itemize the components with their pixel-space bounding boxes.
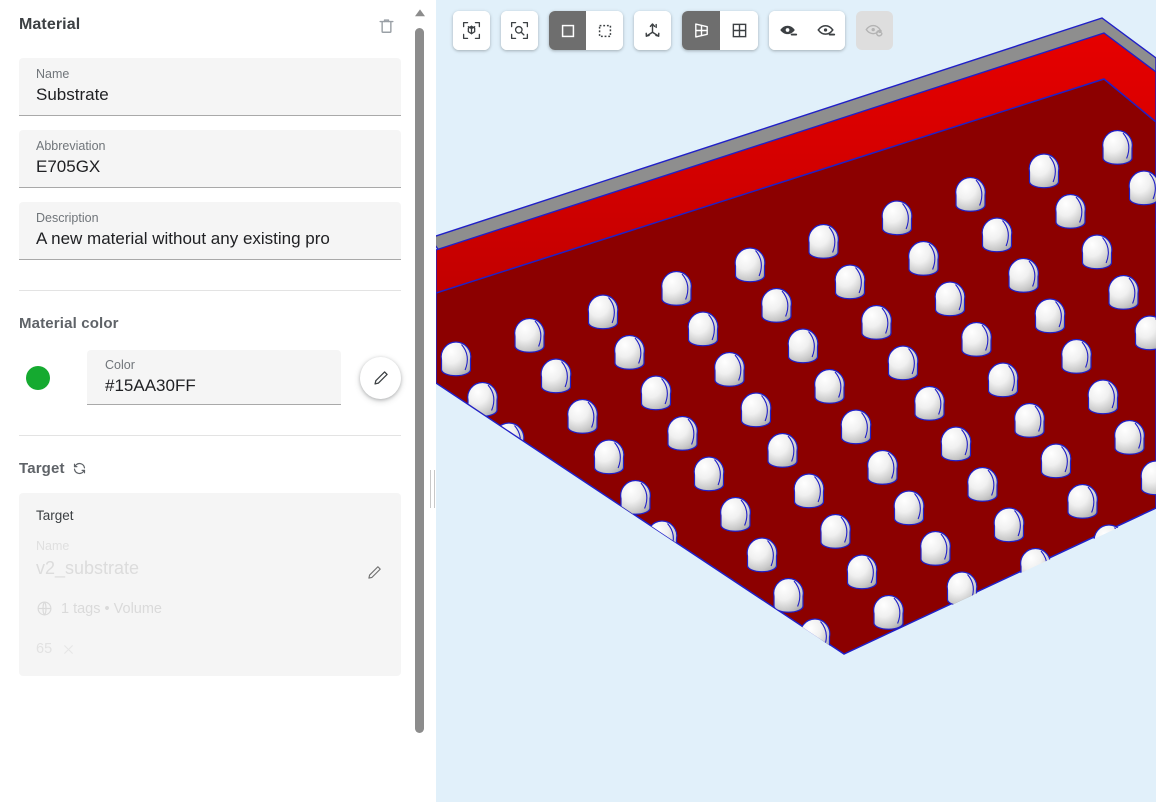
page-title: Material bbox=[19, 16, 81, 33]
trash-icon bbox=[377, 16, 396, 35]
edit-color-button[interactable] bbox=[360, 356, 401, 399]
name-field-label: Name bbox=[36, 67, 70, 81]
fit-group bbox=[453, 11, 490, 50]
zoom-group bbox=[501, 11, 538, 50]
material-color-row: Color #15AA30FF bbox=[19, 350, 401, 405]
section-divider-bottom bbox=[19, 435, 401, 436]
3d-viewport[interactable] bbox=[436, 0, 1156, 802]
selection-mode-group bbox=[549, 11, 623, 50]
cube-fit-icon bbox=[461, 20, 482, 41]
zoom-to-selection-button[interactable] bbox=[501, 11, 538, 50]
select-solid-button[interactable] bbox=[549, 11, 586, 50]
panel-scrollbar[interactable] bbox=[413, 8, 427, 794]
section-divider-top bbox=[19, 290, 401, 291]
fit-to-view-button[interactable] bbox=[453, 11, 490, 50]
viewport-toolbar bbox=[453, 11, 893, 50]
magnifier-fit-icon bbox=[509, 20, 530, 41]
eye-minus-outline-icon bbox=[816, 20, 837, 41]
target-card[interactable]: Target Name v2_substrate 1 tags • Volume bbox=[19, 493, 401, 676]
panel-resize-handle[interactable] bbox=[430, 470, 435, 508]
target-section-label: Target bbox=[19, 460, 65, 477]
material-properties-panel: Material Name Substrate Abbreviation E70… bbox=[0, 0, 436, 802]
description-field-value: A new material without any existing pro bbox=[36, 229, 330, 248]
target-meta-text: 1 tags • Volume bbox=[61, 600, 162, 617]
abbreviation-field-value: E705GX bbox=[36, 157, 101, 176]
square-solid-icon bbox=[558, 21, 578, 41]
restore-visibility-button bbox=[856, 11, 893, 50]
axes-group bbox=[634, 11, 671, 50]
target-meta-row: 1 tags • Volume bbox=[36, 600, 384, 617]
select-marquee-button[interactable] bbox=[586, 11, 623, 50]
pencil-icon bbox=[372, 369, 390, 387]
color-hex-field-value: #15AA30FF bbox=[105, 376, 196, 395]
abbreviation-field[interactable]: Abbreviation E705GX bbox=[19, 130, 401, 188]
panel-resize-divider[interactable] bbox=[428, 0, 436, 802]
close-icon[interactable] bbox=[62, 643, 75, 656]
edit-target-button[interactable] bbox=[361, 559, 387, 585]
axes-icon bbox=[642, 20, 663, 41]
scroll-up-button[interactable] bbox=[414, 8, 426, 18]
hide-selected-button[interactable] bbox=[769, 11, 807, 50]
color-hex-field-label: Color bbox=[105, 358, 135, 372]
square-dashed-icon bbox=[595, 21, 615, 41]
panel-header: Material bbox=[19, 0, 401, 44]
panel-scroll-area[interactable]: Material Name Substrate Abbreviation E70… bbox=[0, 0, 420, 802]
perspective-view-button[interactable] bbox=[682, 11, 720, 50]
target-name-value: v2_substrate bbox=[36, 558, 140, 578]
material-editor-app: Material Name Substrate Abbreviation E70… bbox=[0, 0, 1156, 802]
description-field[interactable]: Description A new material without any e… bbox=[19, 202, 401, 260]
visibility-group bbox=[769, 11, 845, 50]
perspective-grid-icon bbox=[691, 20, 712, 41]
hide-unselected-button[interactable] bbox=[807, 11, 845, 50]
refresh-icon[interactable] bbox=[72, 461, 87, 476]
quad-grid-icon bbox=[729, 20, 750, 41]
eye-minus-filled-icon bbox=[778, 20, 799, 41]
target-tag-label: 65 bbox=[36, 641, 53, 657]
abbreviation-field-label: Abbreviation bbox=[36, 139, 106, 153]
orthographic-view-button[interactable] bbox=[720, 11, 758, 50]
scrollbar-thumb[interactable] bbox=[415, 28, 424, 733]
eye-refresh-icon bbox=[864, 20, 885, 41]
globe-icon bbox=[36, 600, 53, 617]
color-hex-field[interactable]: Color #15AA30FF bbox=[87, 350, 342, 405]
target-tag-chip[interactable]: 65 bbox=[36, 641, 75, 657]
name-field[interactable]: Name Substrate bbox=[19, 58, 401, 116]
material-color-section-label: Material color bbox=[19, 315, 119, 332]
pencil-icon bbox=[366, 564, 383, 581]
view-layout-group bbox=[682, 11, 758, 50]
color-swatch[interactable] bbox=[26, 365, 50, 390]
show-axes-button[interactable] bbox=[634, 11, 671, 50]
target-name-label: Name bbox=[36, 539, 70, 553]
triangle-up-icon bbox=[414, 8, 426, 18]
name-field-value: Substrate bbox=[36, 85, 109, 104]
target-section-title: Target bbox=[19, 460, 401, 477]
delete-material-button[interactable] bbox=[371, 10, 401, 40]
target-card-label: Target bbox=[36, 508, 74, 523]
material-color-section-title: Material color bbox=[19, 315, 401, 332]
substrate-slab-with-solder-balls bbox=[436, 17, 1156, 655]
restore-visibility-group bbox=[856, 11, 893, 50]
description-field-label: Description bbox=[36, 211, 99, 225]
